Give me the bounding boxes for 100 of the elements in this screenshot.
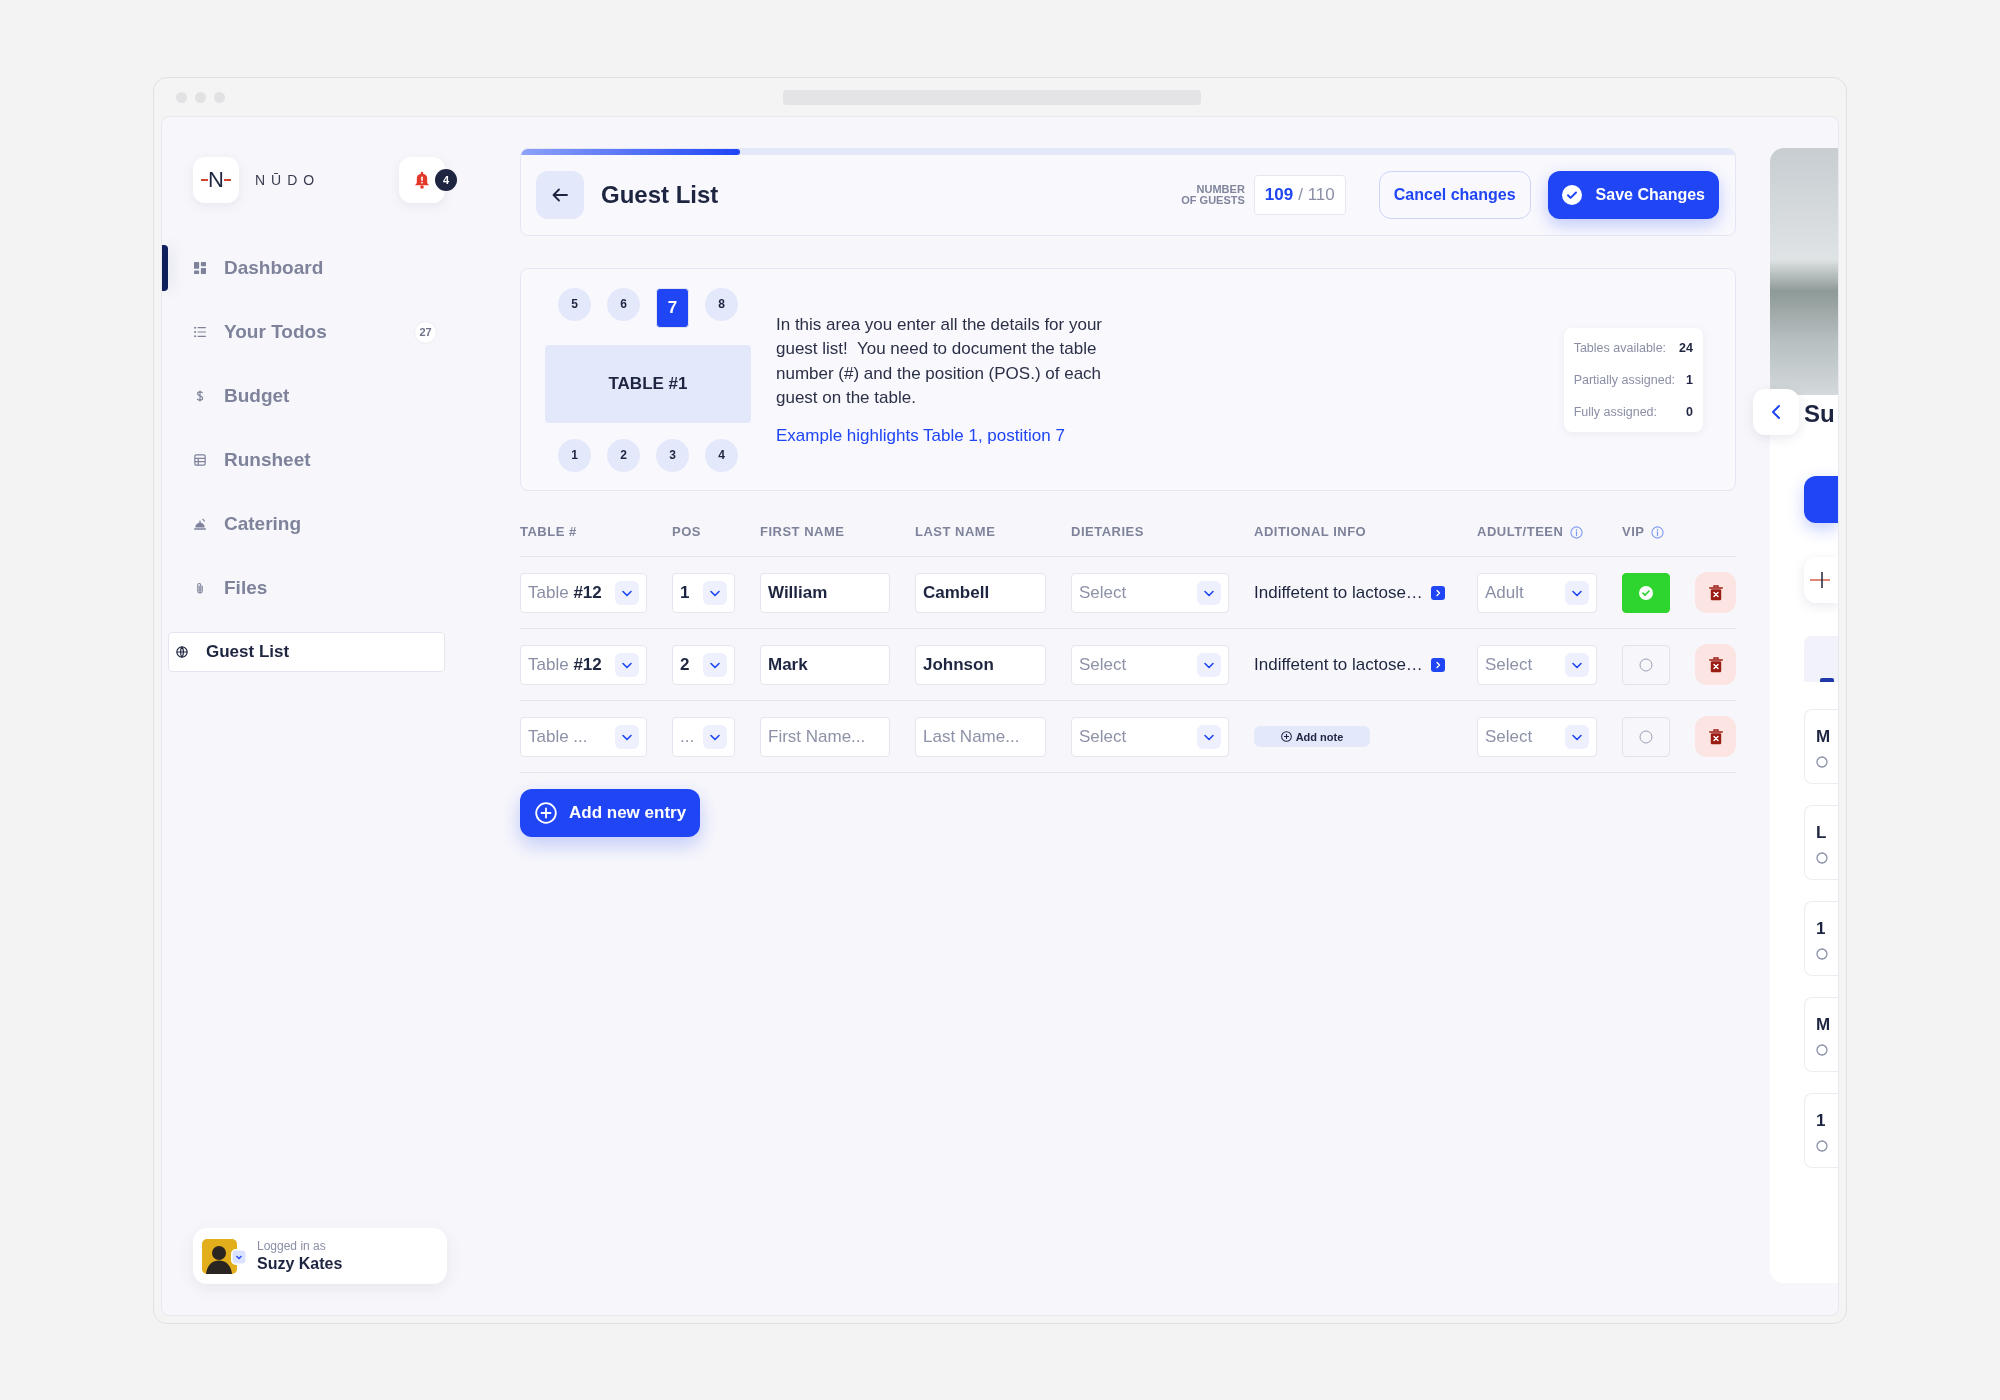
plus-circle-icon [535,802,557,824]
user-card[interactable]: Logged in as Suzy Kates [193,1228,447,1284]
check-circle-icon [1561,185,1582,205]
circle-icon [1816,852,1828,864]
action-button[interactable] [1804,476,1838,523]
list-card[interactable]: 1 [1804,1093,1838,1168]
chevron-down-icon [1565,652,1589,677]
cross-icon [1810,569,1830,591]
column-header: FIRST NAME [760,525,845,539]
card-title: 1 [1816,919,1826,939]
chevron-down-icon [1197,724,1221,749]
stat-value: 1 [1685,372,1693,387]
empty-circle-icon [1639,729,1653,744]
back-button[interactable] [536,171,584,219]
chevron-down-icon [703,652,727,677]
nav-item[interactable]: Your Todos 27 [168,300,445,364]
panel-title: Su [1804,400,1836,428]
first-name-field[interactable]: William [760,572,890,613]
grid-icon [194,262,206,274]
card-title: L [1816,823,1827,843]
empty-circle-icon [1639,657,1653,672]
age-group-select[interactable]: Adult [1477,572,1597,613]
column-header: VIP [1622,525,1645,539]
add-entry-button[interactable]: Add new entry [520,789,701,837]
chevron-down-icon [703,580,727,605]
list-card[interactable]: 1 [1804,901,1838,976]
vip-toggle[interactable] [1622,572,1670,613]
nav-item[interactable]: Catering [168,492,445,556]
list-card[interactable]: L [1804,805,1838,880]
card-title: M [1816,1015,1831,1035]
dollar-icon [194,390,206,402]
guest-capacity: / 110 [1298,185,1335,205]
first-name-field[interactable]: Mark [760,644,890,685]
count-badge: 27 [414,320,437,344]
seat-marker: 1 [558,438,591,472]
last-name-field[interactable]: Johnson [915,644,1046,685]
tab-bar[interactable] [1804,636,1838,682]
table-select[interactable]: Table #12 [520,644,647,685]
delete-button[interactable] [1695,572,1736,613]
table-select[interactable]: Table #12 [520,572,647,613]
circle-icon [1816,1044,1828,1056]
stat-value: 24 [1679,340,1693,355]
user-name: Suzy Kates [257,1253,343,1274]
column-header: LAST NAME [915,525,996,539]
nav-item[interactable]: Guest List [168,632,445,672]
notifications-button[interactable] [399,157,445,203]
stat-label: Partially assigned: [1573,371,1676,389]
chevron-down-icon [1565,580,1589,605]
last-name-field[interactable]: Cambell [915,572,1046,613]
guest-count: 109 [1264,185,1294,205]
save-button[interactable]: Save Changes [1547,171,1719,219]
nav-item[interactable]: Budget [168,364,445,428]
note-text: Indiffetent to lactose… [1254,654,1423,675]
list-card[interactable]: M [1804,997,1838,1072]
delete-button[interactable] [1695,644,1736,685]
chevron-down-icon [1197,652,1221,677]
paperclip-icon [194,582,206,594]
seat-marker: 8 [705,287,738,321]
position-select[interactable]: 2 [672,644,735,685]
chevron-right-icon[interactable] [1430,657,1445,672]
circle-icon [1816,756,1828,768]
delete-button[interactable] [1695,716,1736,757]
nav-item[interactable]: Runsheet [168,428,445,492]
trash-icon [1708,656,1723,673]
circle-icon [1816,1140,1828,1152]
stat-label: Fully assigned: [1573,403,1658,421]
example-link[interactable]: Example highlights Table 1, postition 7 [776,424,1065,447]
seat-marker: 2 [607,438,640,472]
stat-label: Tables available: [1573,339,1668,357]
first-name-field[interactable]: First Name... [760,716,890,757]
last-name-field[interactable]: Last Name... [915,716,1046,757]
column-header: ADITIONAL INFO [1254,525,1367,539]
chevron-left-icon [1771,404,1781,420]
seat-marker: 4 [705,438,738,472]
guest-count-label: NUMBER OF GUESTS [1180,184,1245,206]
user-caption: Logged in as [257,1238,327,1254]
add-note-button[interactable]: Add note [1254,726,1370,747]
nav-item[interactable]: Files [168,556,445,620]
seat-marker: 7 [656,287,689,328]
card-title: M [1816,727,1831,747]
cloche-icon [194,518,206,530]
globe-icon [176,646,188,658]
list-card[interactable]: M [1804,709,1838,784]
tab-indicator [1820,678,1834,682]
logo-letter: N [208,168,224,192]
list-icon [194,326,206,338]
cancel-button[interactable]: Cancel changes [1378,171,1531,219]
nav-item[interactable]: Dashboard [168,236,445,300]
chevron-down-icon [703,724,727,749]
column-header: DIETARIES [1071,525,1144,539]
circle-icon [1816,948,1828,960]
trash-icon [1708,728,1723,745]
chevron-down-icon [615,580,639,605]
chevron-down-icon [1197,580,1221,605]
chevron-down-icon [615,724,639,749]
chevron-right-icon[interactable] [1430,585,1445,600]
column-header: POS [672,525,701,539]
position-select[interactable]: 1 [672,572,735,613]
bell-icon [414,171,430,189]
chevron-down-icon[interactable] [231,1248,247,1265]
